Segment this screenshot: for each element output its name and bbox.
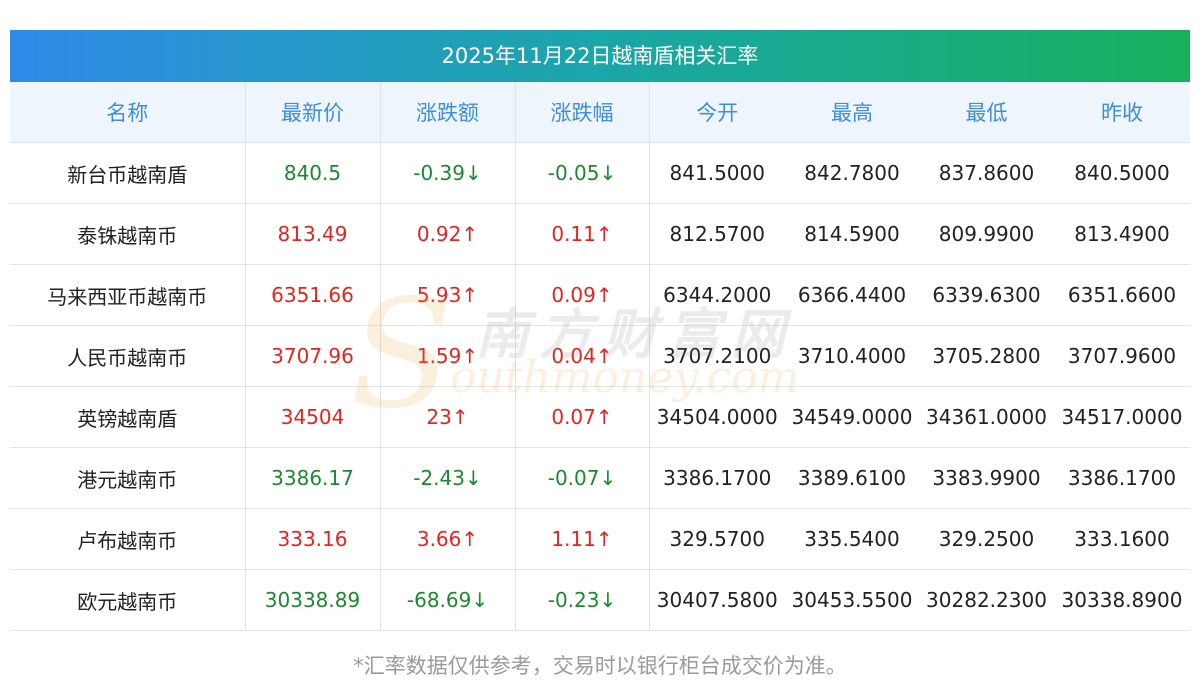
change-amount: -2.43↓ <box>380 447 516 509</box>
high-price: 3710.4000 <box>785 325 919 387</box>
change-percent: 0.11↑ <box>515 203 650 265</box>
low-price: 3383.9900 <box>919 447 1054 509</box>
currency-name: 英镑越南盾 <box>10 386 246 448</box>
table-row: 泰铢越南币 813.49 0.92↑ 0.11↑ 812.5700 814.59… <box>10 203 1190 265</box>
column-header-open: 今开 <box>649 82 785 143</box>
latest-price: 333.16 <box>245 508 381 570</box>
low-price: 34361.0000 <box>919 386 1054 448</box>
latest-price: 34504 <box>245 386 381 448</box>
change-percent: 0.04↑ <box>515 325 650 387</box>
table-row: 欧元越南币 30338.89 -68.69↓ -0.23↓ 30407.5800… <box>10 569 1190 631</box>
change-percent: -0.23↓ <box>515 569 650 631</box>
table-row: 港元越南币 3386.17 -2.43↓ -0.07↓ 3386.1700 33… <box>10 447 1190 509</box>
open-price: 34504.0000 <box>649 386 785 448</box>
open-price: 812.5700 <box>649 203 785 265</box>
open-price: 329.5700 <box>649 508 785 570</box>
table-header-row: 名称 最新价 涨跌额 涨跌幅 今开 最高 最低 昨收 <box>10 82 1190 143</box>
currency-name: 港元越南币 <box>10 447 246 509</box>
change-amount: 0.92↑ <box>380 203 516 265</box>
high-price: 814.5900 <box>785 203 919 265</box>
change-amount: 1.59↑ <box>380 325 516 387</box>
change-percent: 1.11↑ <box>515 508 650 570</box>
open-price: 841.5000 <box>649 142 785 204</box>
low-price: 837.8600 <box>919 142 1054 204</box>
latest-price: 3386.17 <box>245 447 381 509</box>
table-row: 卢布越南币 333.16 3.66↑ 1.11↑ 329.5700 335.54… <box>10 508 1190 570</box>
low-price: 3705.2800 <box>919 325 1054 387</box>
column-header-latest: 最新价 <box>245 82 381 143</box>
currency-name: 人民币越南币 <box>10 325 246 387</box>
high-price: 3389.6100 <box>785 447 919 509</box>
high-price: 335.5400 <box>785 508 919 570</box>
low-price: 30282.2300 <box>919 569 1054 631</box>
prev-close-price: 34517.0000 <box>1054 386 1190 448</box>
change-percent: 0.07↑ <box>515 386 650 448</box>
currency-name: 卢布越南币 <box>10 508 246 570</box>
prev-close-price: 813.4900 <box>1054 203 1190 265</box>
latest-price: 840.5 <box>245 142 381 204</box>
change-amount: 23↑ <box>380 386 516 448</box>
prev-close-price: 840.5000 <box>1054 142 1190 204</box>
prev-close-price: 30338.8900 <box>1054 569 1190 631</box>
change-amount: -68.69↓ <box>380 569 516 631</box>
currency-name: 马来西亚币越南币 <box>10 264 246 326</box>
open-price: 3707.2100 <box>649 325 785 387</box>
exchange-rate-table: 名称 最新价 涨跌额 涨跌幅 今开 最高 最低 昨收 新台币越南盾 840.5 … <box>10 82 1190 631</box>
high-price: 6366.4400 <box>785 264 919 326</box>
table-title: 2025年11月22日越南盾相关汇率 <box>10 30 1190 82</box>
column-header-change: 涨跌额 <box>380 82 516 143</box>
table-row: 新台币越南盾 840.5 -0.39↓ -0.05↓ 841.5000 842.… <box>10 142 1190 204</box>
latest-price: 6351.66 <box>245 264 381 326</box>
open-price: 30407.5800 <box>649 569 785 631</box>
high-price: 34549.0000 <box>785 386 919 448</box>
change-amount: 5.93↑ <box>380 264 516 326</box>
prev-close-price: 3386.1700 <box>1054 447 1190 509</box>
open-price: 3386.1700 <box>649 447 785 509</box>
high-price: 30453.5500 <box>785 569 919 631</box>
latest-price: 30338.89 <box>245 569 381 631</box>
latest-price: 813.49 <box>245 203 381 265</box>
change-percent: 0.09↑ <box>515 264 650 326</box>
change-percent: -0.07↓ <box>515 447 650 509</box>
change-amount: 3.66↑ <box>380 508 516 570</box>
low-price: 329.2500 <box>919 508 1054 570</box>
prev-close-price: 3707.9600 <box>1054 325 1190 387</box>
column-header-name: 名称 <box>10 82 246 143</box>
change-amount: -0.39↓ <box>380 142 516 204</box>
column-header-change-pct: 涨跌幅 <box>515 82 650 143</box>
disclaimer-footer: *汇率数据仅供参考，交易时以银行柜台成交价为准。 <box>353 654 847 678</box>
rate-table-panel: 2025年11月22日越南盾相关汇率 名称 最新价 涨跌额 涨跌幅 今开 最高 … <box>10 30 1190 631</box>
table-row: 英镑越南盾 34504 23↑ 0.07↑ 34504.0000 34549.0… <box>10 386 1190 448</box>
table-row: 马来西亚币越南币 6351.66 5.93↑ 0.09↑ 6344.2000 6… <box>10 264 1190 326</box>
change-percent: -0.05↓ <box>515 142 650 204</box>
table-row: 人民币越南币 3707.96 1.59↑ 0.04↑ 3707.2100 371… <box>10 325 1190 387</box>
currency-name: 欧元越南币 <box>10 569 246 631</box>
open-price: 6344.2000 <box>649 264 785 326</box>
latest-price: 3707.96 <box>245 325 381 387</box>
low-price: 6339.6300 <box>919 264 1054 326</box>
column-header-prev-close: 昨收 <box>1054 82 1190 143</box>
high-price: 842.7800 <box>785 142 919 204</box>
prev-close-price: 333.1600 <box>1054 508 1190 570</box>
low-price: 809.9900 <box>919 203 1054 265</box>
currency-name: 新台币越南盾 <box>10 142 246 204</box>
prev-close-price: 6351.6600 <box>1054 264 1190 326</box>
column-header-high: 最高 <box>785 82 919 143</box>
currency-name: 泰铢越南币 <box>10 203 246 265</box>
column-header-low: 最低 <box>919 82 1054 143</box>
